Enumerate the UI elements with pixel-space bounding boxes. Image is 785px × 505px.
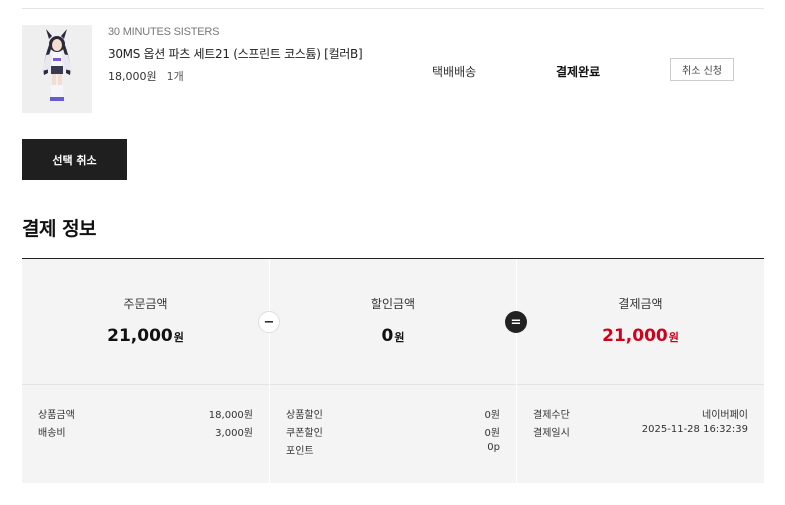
column-divider bbox=[269, 259, 270, 483]
order-status: 결제완료 bbox=[556, 65, 601, 79]
detail-row: 포인트 0p bbox=[286, 442, 500, 458]
detail-label: 포인트 bbox=[286, 446, 314, 457]
detail-label: 상품할인 bbox=[286, 410, 323, 421]
discount-amount-panel: 할인금액 0원 bbox=[270, 259, 516, 384]
order-amount-panel: 주문금액 21,000원 bbox=[22, 259, 269, 384]
detail-label: 쿠폰할인 bbox=[286, 428, 323, 439]
select-cancel-button[interactable]: 선택 취소 bbox=[22, 139, 127, 180]
product-name-link[interactable]: 30MS 옵션 파츠 세트21 (스프린트 코스튬) [컬러B] bbox=[108, 45, 363, 62]
order-amount-value: 21,000원 bbox=[107, 326, 184, 346]
product-price-line: 18,000원 1개 bbox=[108, 68, 184, 84]
detail-label: 상품금액 bbox=[38, 410, 75, 421]
discount-amount-label: 할인금액 bbox=[370, 297, 416, 311]
detail-label: 결제일시 bbox=[533, 428, 570, 439]
detail-value: 0p bbox=[487, 442, 500, 453]
cancel-request-button[interactable]: 취소 신청 bbox=[670, 58, 734, 81]
detail-value: 2025-11-28 16:32:39 bbox=[641, 424, 748, 435]
figure-image bbox=[22, 25, 92, 113]
discount-details: 상품할인 0원 쿠폰할인 0원 포인트 0p bbox=[270, 384, 516, 483]
product-brand: 30 MINUTES SISTERS bbox=[108, 26, 220, 38]
order-item-row: 30 MINUTES SISTERS 30MS 옵션 파츠 세트21 (스프린트… bbox=[22, 25, 764, 115]
detail-label: 결제수단 bbox=[533, 410, 570, 421]
equals-icon: = bbox=[505, 311, 527, 333]
product-thumbnail[interactable] bbox=[22, 25, 92, 113]
payment-info-title: 결제 정보 bbox=[22, 218, 97, 240]
detail-label: 배송비 bbox=[38, 428, 66, 439]
order-amount-label: 주문금액 bbox=[123, 297, 168, 311]
detail-value: 3,000원 bbox=[215, 428, 253, 439]
detail-value: 0원 bbox=[484, 428, 500, 439]
order-amount-details: 상품금액 18,000원배송비 3,000원 bbox=[22, 384, 269, 483]
product-price: 18,000원 bbox=[108, 70, 157, 83]
payment-summary: 주문금액 21,000원 할인금액 0원 결제금액 21,000원 상품금액 18… bbox=[22, 258, 764, 483]
detail-value: 네이버페이 bbox=[702, 410, 748, 421]
payment-amount-panel: 결제금액 21,000원 bbox=[517, 259, 764, 384]
detail-row: 상품할인 0원 bbox=[286, 406, 500, 422]
product-quantity: 1개 bbox=[166, 70, 184, 83]
minus-icon: − bbox=[258, 311, 280, 333]
payment-amount-label: 결제금액 bbox=[618, 297, 663, 311]
detail-row: 결제수단 네이버페이 bbox=[533, 406, 748, 422]
discount-amount-value: 0원 bbox=[381, 326, 405, 346]
detail-row: 결제일시 2025-11-28 16:32:39 bbox=[533, 424, 748, 440]
payment-amount-value: 21,000원 bbox=[602, 326, 679, 346]
detail-row: 쿠폰할인 0원 bbox=[286, 424, 500, 440]
shipping-method: 택배배송 bbox=[432, 65, 477, 79]
detail-row: 상품금액 18,000원 bbox=[38, 406, 253, 422]
detail-value: 0원 bbox=[484, 410, 500, 421]
column-divider bbox=[516, 259, 517, 483]
detail-row: 배송비 3,000원 bbox=[38, 424, 253, 440]
detail-value: 18,000원 bbox=[208, 410, 253, 421]
top-divider bbox=[22, 8, 764, 9]
payment-details: 결제수단 네이버페이결제일시 2025-11-28 16:32:39 bbox=[517, 384, 764, 483]
